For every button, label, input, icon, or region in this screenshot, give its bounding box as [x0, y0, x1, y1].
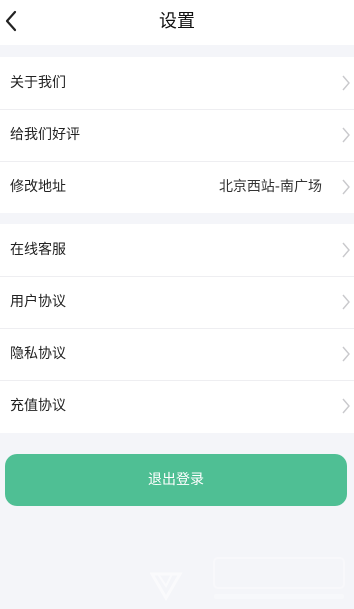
- logout-button[interactable]: 退出登录: [5, 454, 347, 506]
- chevron-right-icon: [342, 179, 350, 195]
- row-label: 用户协议: [10, 294, 66, 310]
- row-label: 隐私协议: [10, 346, 66, 362]
- settings-row-recharge-agreement[interactable]: 充值协议: [0, 380, 354, 432]
- row-label: 关于我们: [10, 75, 66, 91]
- settings-row-customer-service[interactable]: 在线客服: [0, 224, 354, 276]
- settings-row-rate-us[interactable]: 给我们好评: [0, 109, 354, 161]
- chevron-right-icon: [342, 294, 350, 310]
- chevron-right-icon: [342, 346, 350, 362]
- settings-row-user-agreement[interactable]: 用户协议: [0, 276, 354, 328]
- watermark-logo-icon: [150, 557, 345, 601]
- settings-row-change-address[interactable]: 修改地址 北京西站-南广场: [0, 161, 354, 213]
- row-label: 在线客服: [10, 242, 66, 258]
- chevron-right-icon: [342, 242, 350, 258]
- row-label: 修改地址: [10, 179, 66, 195]
- settings-row-privacy-agreement[interactable]: 隐私协议: [0, 328, 354, 380]
- row-label: 充值协议: [10, 398, 66, 414]
- chevron-right-icon: [342, 398, 350, 414]
- settings-group-2: 在线客服 用户协议 隐私协议 充值协议: [0, 224, 354, 433]
- settings-row-about-us[interactable]: 关于我们: [0, 57, 354, 109]
- top-bar: 设置: [0, 0, 354, 45]
- settings-group-1: 关于我们 给我们好评 修改地址 北京西站-南广场: [0, 57, 354, 213]
- chevron-right-icon: [342, 127, 350, 143]
- row-label: 给我们好评: [10, 127, 80, 143]
- chevron-right-icon: [342, 75, 350, 91]
- row-value-address: 北京西站-南广场: [218, 179, 322, 195]
- page-title: 设置: [159, 11, 195, 32]
